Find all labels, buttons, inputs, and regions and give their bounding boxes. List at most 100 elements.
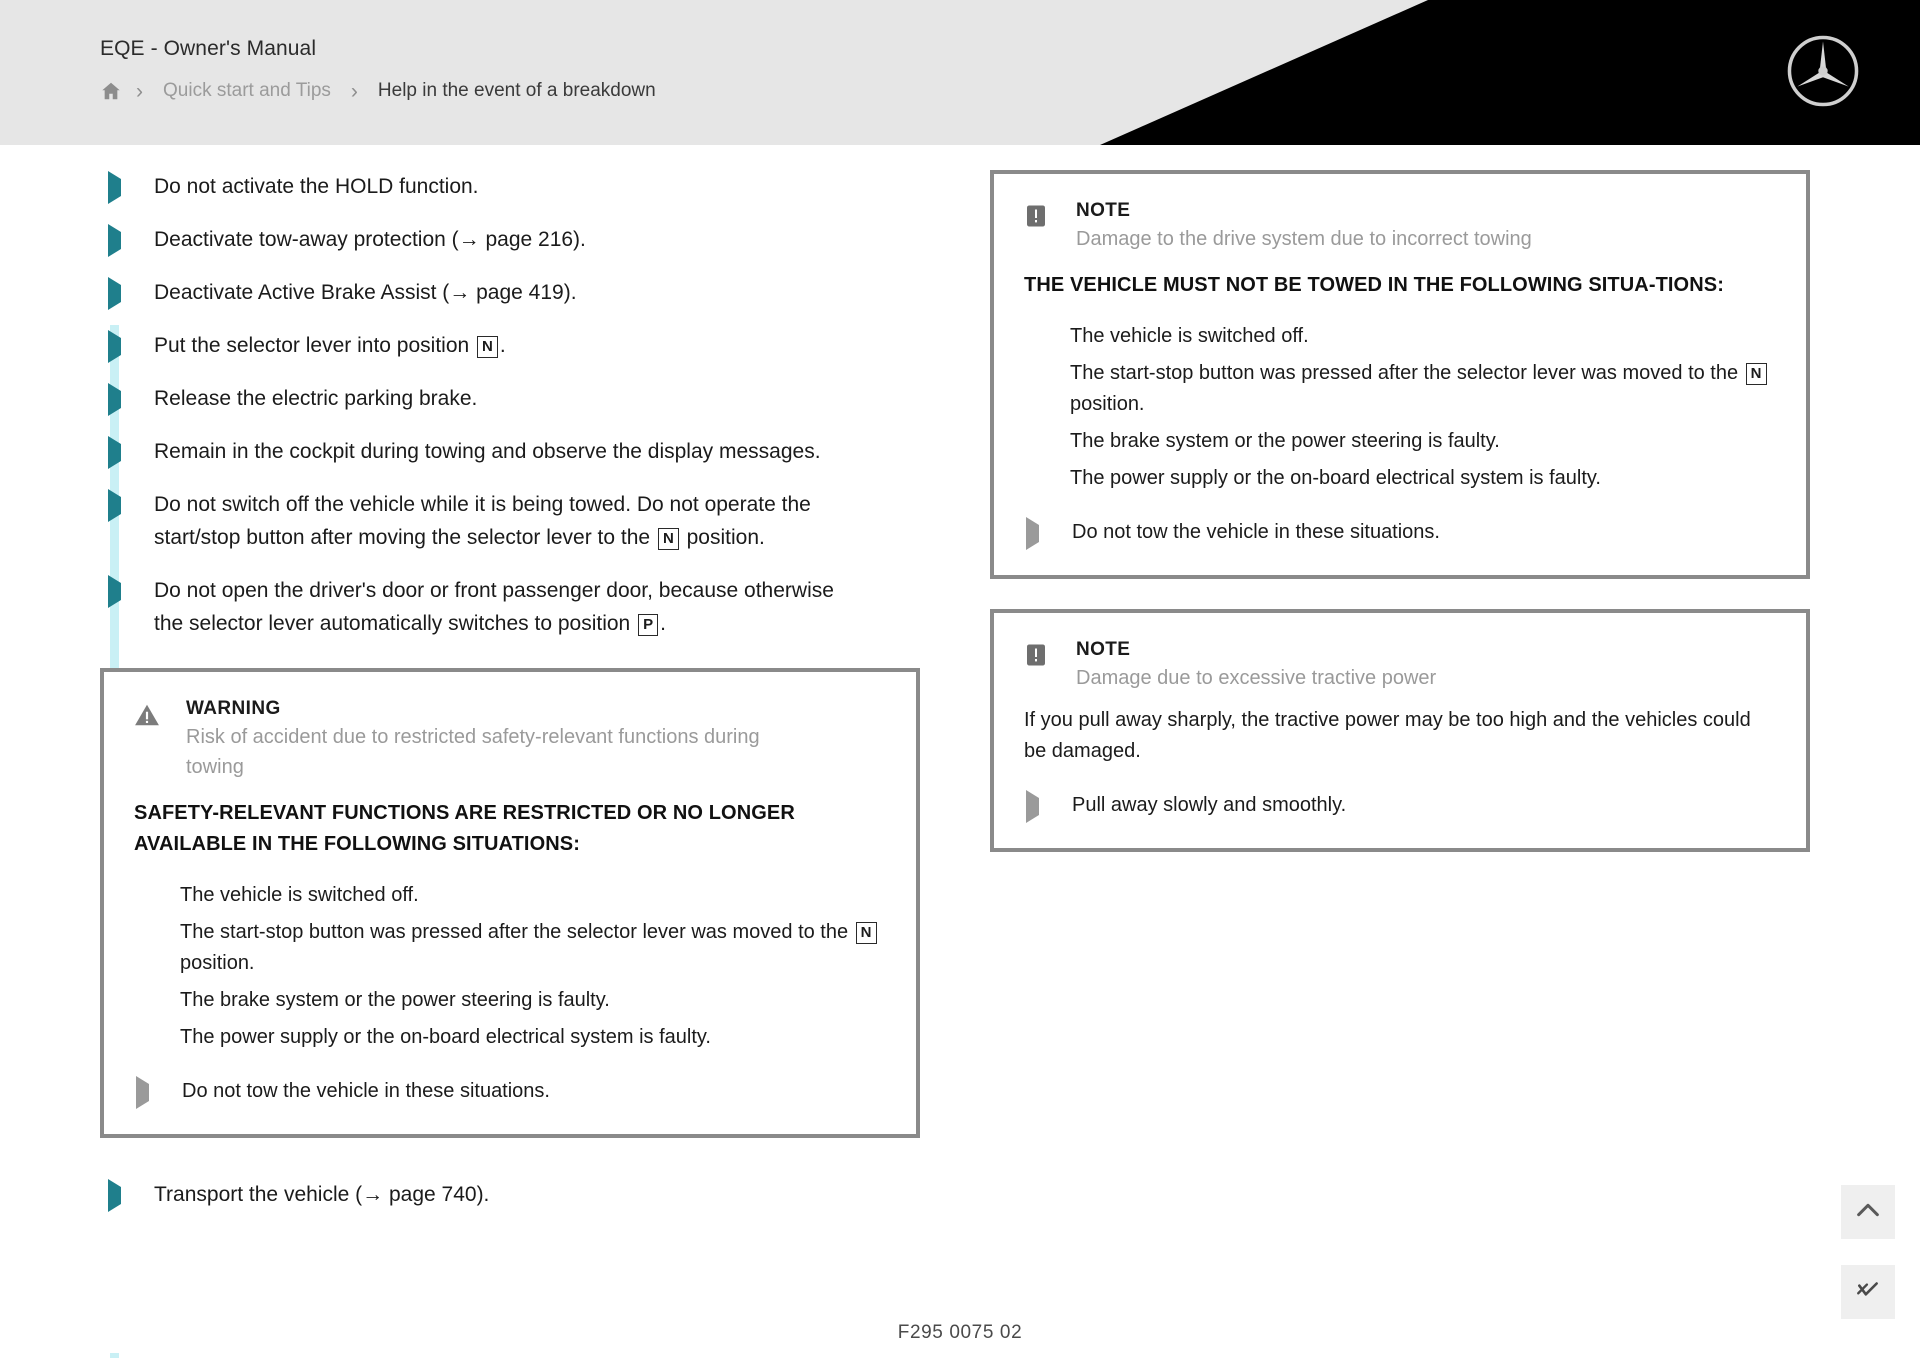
action-triangle-icon	[108, 382, 124, 416]
warning-callout-header: WARNING Risk of accident due to restrict…	[134, 698, 886, 782]
note-callout-1: NOTE Damage to the drive system due to i…	[990, 170, 1810, 579]
home-icon[interactable]	[100, 80, 122, 102]
action-text: Put the selector lever into position N.	[154, 334, 506, 358]
change-marker-bar-bottom	[110, 1353, 119, 1358]
bullet-dot-icon	[138, 985, 146, 999]
list-item-text: The brake system or the power steering i…	[180, 989, 610, 1011]
gear-position-badge: N	[477, 336, 498, 358]
action-triangle-icon	[1026, 516, 1042, 550]
action-item: Do not tow the vehicle in these situatio…	[1024, 516, 1776, 550]
note-callout-2-header: NOTE Damage due to excessive tractive po…	[1024, 639, 1776, 693]
list-item: The power supply or the on-board electri…	[134, 1022, 886, 1053]
list-item: The start-stop button was pressed after …	[134, 917, 886, 979]
left-column: Do not activate the HOLD function. Deact…	[100, 170, 920, 1231]
breadcrumb-item-current[interactable]: Help in the event of a breakdown	[372, 80, 662, 102]
warning-triangle-icon	[134, 698, 160, 733]
list-item: The start-stop button was pressed after …	[1024, 358, 1776, 420]
manual-page: Do not activate the HOLD function. Deact…	[0, 145, 1920, 1358]
action-text: Remain in the cockpit during towing and …	[154, 440, 821, 463]
action-item: Release the electric parking brake.	[100, 382, 920, 416]
action-item: Pull away slowly and smoothly.	[1024, 789, 1776, 823]
chevron-up-icon	[1854, 1196, 1882, 1229]
scroll-to-top-button[interactable]	[1841, 1185, 1895, 1239]
list-item: The vehicle is switched off.	[1024, 321, 1776, 352]
action-triangle-icon	[108, 276, 124, 310]
action-text: Do not activate the HOLD function.	[154, 175, 479, 198]
action-text: Transport the vehicle (→ page 740).	[154, 1183, 490, 1206]
action-item: Remain in the cockpit during towing and …	[100, 435, 920, 469]
gear-position-badge: N	[1745, 363, 1767, 385]
action-triangle-icon	[108, 329, 124, 363]
mercedes-benz-star-logo	[1784, 32, 1862, 110]
list-item-text: The vehicle is switched off.	[180, 884, 419, 906]
bullet-dot-icon	[138, 880, 146, 894]
action-text: Do not switch off the vehicle while it i…	[154, 493, 811, 550]
action-item: Do not open the driver's door or front p…	[100, 574, 920, 640]
action-triangle-icon	[108, 435, 124, 469]
note-callout-2-kind: NOTE	[1076, 639, 1131, 660]
warning-callout-bullets: The vehicle is switched off. The start-s…	[134, 880, 886, 1053]
action-triangle-icon	[108, 170, 124, 204]
action-triangle-icon	[108, 1178, 124, 1212]
app-header: EQE - Owner's Manual › Quick start and T…	[0, 0, 1920, 145]
list-item-text: The brake system or the power steering i…	[1070, 430, 1500, 452]
action-triangle-icon	[108, 574, 124, 608]
note-exclamation-icon	[1024, 200, 1050, 233]
action-item: Do not switch off the vehicle while it i…	[100, 488, 920, 554]
action-text: Deactivate tow-away protection (→ page 2…	[154, 228, 586, 251]
bullet-dot-icon	[138, 1022, 146, 1036]
action-text: Do not tow the vehicle in these situatio…	[1072, 521, 1440, 543]
action-triangle-icon	[1026, 789, 1042, 823]
gear-position-badge: N	[855, 922, 877, 944]
note-callout-1-header: NOTE Damage to the drive system due to i…	[1024, 200, 1776, 254]
bullet-dot-icon	[138, 917, 146, 931]
action-item: Do not tow the vehicle in these situatio…	[134, 1075, 886, 1109]
breadcrumb: › Quick start and Tips › Help in the eve…	[100, 80, 662, 102]
action-text: Release the electric parking brake.	[154, 387, 478, 410]
bullet-dot-icon	[1028, 358, 1036, 372]
action-item: Do not activate the HOLD function.	[100, 170, 920, 204]
note-callout-1-bullets: The vehicle is switched off. The start-s…	[1024, 321, 1776, 494]
note-callout-1-kind: NOTE	[1076, 200, 1131, 221]
action-item: Put the selector lever into position N.	[100, 329, 920, 363]
figure-code: F295 0075 02	[897, 1322, 1023, 1343]
action-item: Deactivate Active Brake Assist (→ page 4…	[100, 276, 920, 310]
list-item-text: The power supply or the on-board electri…	[1070, 467, 1601, 489]
bullet-dot-icon	[1028, 426, 1036, 440]
note-callout-1-lead: THE VEHICLE MUST NOT BE TOWED IN THE FOL…	[1024, 274, 1724, 296]
note-callout-2-action: Pull away slowly and smoothly.	[1024, 789, 1776, 823]
list-item: The brake system or the power steering i…	[1024, 426, 1776, 457]
crossed-marker-icon	[1855, 1277, 1881, 1308]
action-triangle-icon	[108, 223, 124, 257]
action-triangle-icon	[136, 1075, 152, 1109]
warning-callout-kind: WARNING	[186, 698, 281, 719]
gear-position-badge: N	[657, 528, 679, 550]
note-callout-1-subtitle: Damage to the drive system due to incorr…	[1076, 228, 1532, 250]
action-item: Transport the vehicle (→ page 740).	[100, 1178, 920, 1212]
list-item-text: The start-stop button was pressed after …	[180, 917, 886, 979]
list-item: The brake system or the power steering i…	[134, 985, 886, 1016]
warning-callout: WARNING Risk of accident due to restrict…	[100, 668, 920, 1138]
note-callout-1-action: Do not tow the vehicle in these situatio…	[1024, 516, 1776, 550]
note-exclamation-icon	[1024, 639, 1050, 672]
bullet-dot-icon	[1028, 321, 1036, 335]
breadcrumb-separator-2: ›	[350, 79, 358, 103]
gear-position-badge: P	[638, 614, 659, 636]
list-item-text: The start-stop button was pressed after …	[1070, 358, 1776, 420]
warning-callout-subtitle: Risk of accident due to restricted safet…	[186, 726, 760, 778]
warning-callout-lead: SAFETY-RELEVANT FUNCTIONS ARE RESTRICTED…	[134, 802, 795, 855]
list-item: The vehicle is switched off.	[134, 880, 886, 911]
hide-annotations-button[interactable]	[1841, 1265, 1895, 1319]
action-text: Pull away slowly and smoothly.	[1072, 794, 1347, 816]
breadcrumb-item-quick-start[interactable]: Quick start and Tips	[157, 80, 337, 102]
action-triangle-icon	[108, 488, 124, 522]
page-title: EQE - Owner's Manual	[100, 37, 317, 60]
list-item-text: The vehicle is switched off.	[1070, 325, 1309, 347]
note-callout-2: NOTE Damage due to excessive tractive po…	[990, 609, 1810, 852]
note-callout-2-subtitle: Damage due to excessive tractive power	[1076, 667, 1437, 689]
action-text: Do not open the driver's door or front p…	[154, 579, 834, 636]
action-text: Deactivate Active Brake Assist (→ page 4…	[154, 281, 577, 304]
right-column: NOTE Damage to the drive system due to i…	[990, 170, 1810, 852]
list-item: The power supply or the on-board electri…	[1024, 463, 1776, 494]
bullet-dot-icon	[1028, 463, 1036, 477]
